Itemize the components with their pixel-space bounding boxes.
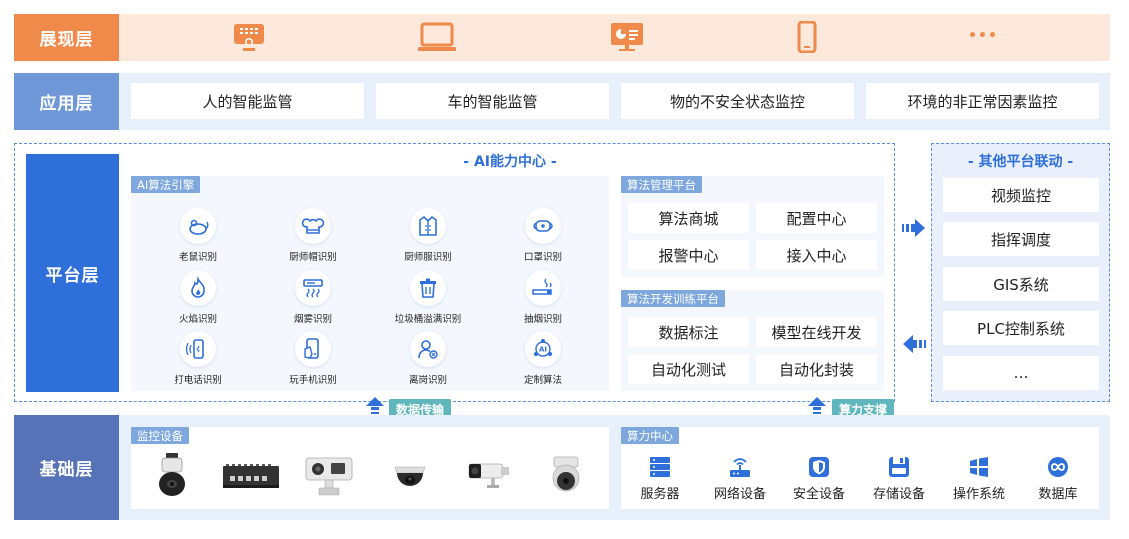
compute-os: 操作系统 xyxy=(943,456,1015,502)
security-shield-icon xyxy=(809,457,829,477)
algo-chef-hat: 厨师帽识别 xyxy=(275,208,351,263)
server-icon xyxy=(650,457,670,477)
laptop-icon xyxy=(417,22,457,52)
mgmt-algorithm-store: 算法商城 xyxy=(628,203,749,233)
compute-security: 安全设备 xyxy=(783,456,855,502)
database-icon xyxy=(1048,457,1068,477)
ai-center-title: - AI能力中心 - xyxy=(463,154,557,170)
dome-camera-icon xyxy=(393,458,427,492)
other-video-monitoring: 视频监控 xyxy=(943,178,1099,212)
compute-server: 服务器 xyxy=(624,456,696,502)
more-icon: ••• xyxy=(968,28,998,44)
custom-ai-icon: AI xyxy=(534,339,552,357)
ai-engine-tag: AI算法引擎 xyxy=(131,176,201,193)
algo-label: 抽烟识别 xyxy=(523,314,562,325)
network-device-icon xyxy=(730,458,750,477)
cigarette-icon xyxy=(532,278,552,295)
other-command-dispatch: 指挥调度 xyxy=(943,222,1099,256)
compute-label: 网络设备 xyxy=(713,487,766,502)
compute-label: 数据库 xyxy=(1038,487,1078,502)
compute-tag: 算力中心 xyxy=(621,427,679,444)
fire-icon xyxy=(191,276,205,298)
other-more: … xyxy=(943,356,1099,390)
mgmt-config-center: 配置中心 xyxy=(756,203,877,233)
mgmt-access-center: 接入中心 xyxy=(756,240,877,270)
algo-label: 垃圾桶溢满识别 xyxy=(394,314,462,325)
app-environment-monitoring: 环境的非正常因素监控 xyxy=(866,83,1099,119)
train-auto-package: 自动化封装 xyxy=(756,354,877,384)
arrow-left-icon xyxy=(902,334,926,354)
train-auto-test: 自动化测试 xyxy=(628,354,749,384)
algo-custom: AI 定制算法 xyxy=(505,331,581,386)
algo-label: 火焰识别 xyxy=(178,314,217,325)
mouse-icon xyxy=(189,219,209,235)
algo-phone-play: 玩手机识别 xyxy=(275,331,351,386)
dashboard-screen-icon xyxy=(610,22,644,52)
chef-hat-icon xyxy=(301,218,325,234)
trash-bin-icon xyxy=(420,278,436,298)
management-tag: 算法管理平台 xyxy=(621,176,702,193)
thermal-camera-icon xyxy=(303,452,355,498)
algo-label: 烟雾识别 xyxy=(293,314,332,325)
algo-label: 离岗识别 xyxy=(408,375,447,386)
algo-label: 口罩识别 xyxy=(523,252,562,263)
algo-label: 厨师服识别 xyxy=(404,252,452,263)
other-platforms-title: - 其他平台联动 - xyxy=(967,154,1074,170)
monitoring-panel xyxy=(131,427,609,509)
app-object-monitoring: 物的不安全状态监控 xyxy=(621,83,854,119)
phone-play-icon xyxy=(304,338,319,359)
train-data-annotation: 数据标注 xyxy=(628,317,749,347)
monitoring-tag: 监控设备 xyxy=(131,427,189,444)
compute-label: 安全设备 xyxy=(792,487,845,502)
os-windows-icon xyxy=(970,457,988,477)
training-tag: 算法开发训练平台 xyxy=(621,290,725,307)
algo-phone-call: 打电话识别 xyxy=(160,331,236,386)
smoke-icon xyxy=(303,279,323,298)
algo-smoke: 烟雾识别 xyxy=(275,270,351,325)
foundation-layer-label: 基础层 xyxy=(14,415,119,520)
compute-label: 服务器 xyxy=(640,487,680,502)
mobile-phone-icon xyxy=(797,20,817,54)
algo-mask: 口罩识别 xyxy=(505,208,581,263)
leave-post-icon xyxy=(418,340,438,359)
algo-label: 厨师帽识别 xyxy=(289,252,337,263)
other-plc-system: PLC控制系统 xyxy=(943,311,1099,345)
app-vehicle-monitoring: 车的智能监管 xyxy=(376,83,609,119)
chef-uniform-icon xyxy=(419,215,437,236)
algo-mouse: 老鼠识别 xyxy=(160,208,236,263)
compute-label: 存储设备 xyxy=(872,487,925,502)
bullet-camera-icon xyxy=(467,459,513,491)
algo-label: 定制算法 xyxy=(523,375,562,386)
speed-dome-camera-icon xyxy=(548,455,584,495)
compute-network: 网络设备 xyxy=(704,456,776,502)
algo-label: 老鼠识别 xyxy=(178,252,217,263)
presentation-layer-label: 展现层 xyxy=(14,14,119,61)
compute-database: 数据库 xyxy=(1022,456,1094,502)
other-gis-system: GIS系统 xyxy=(943,267,1099,301)
train-online-dev: 模型在线开发 xyxy=(756,317,877,347)
arrow-right-icon xyxy=(902,218,926,238)
algo-label: 玩手机识别 xyxy=(289,375,337,386)
algo-cigarette: 抽烟识别 xyxy=(505,270,581,325)
algo-leave-post: 离岗识别 xyxy=(390,331,466,386)
compute-storage: 存储设备 xyxy=(863,456,935,502)
compute-label: 操作系统 xyxy=(952,487,1005,502)
svg-text:AI: AI xyxy=(539,346,547,354)
phone-call-icon xyxy=(185,339,204,359)
video-wall-icon xyxy=(233,22,265,52)
algo-fire: 火焰识别 xyxy=(160,270,236,325)
algo-chef-uniform: 厨师服识别 xyxy=(390,208,466,263)
nvr-box-icon xyxy=(222,462,280,490)
presentation-band xyxy=(14,14,1110,61)
mgmt-alarm-center: 报警中心 xyxy=(628,240,749,270)
platform-layer-label: 平台层 xyxy=(26,154,119,392)
ptz-dome-camera-icon xyxy=(156,452,188,497)
application-layer-label: 应用层 xyxy=(14,73,119,130)
algo-trash-bin: 垃圾桶溢满识别 xyxy=(390,270,466,325)
algo-label: 打电话识别 xyxy=(174,375,222,386)
mask-icon xyxy=(533,220,553,232)
storage-icon xyxy=(889,457,909,477)
app-human-monitoring: 人的智能监管 xyxy=(131,83,364,119)
